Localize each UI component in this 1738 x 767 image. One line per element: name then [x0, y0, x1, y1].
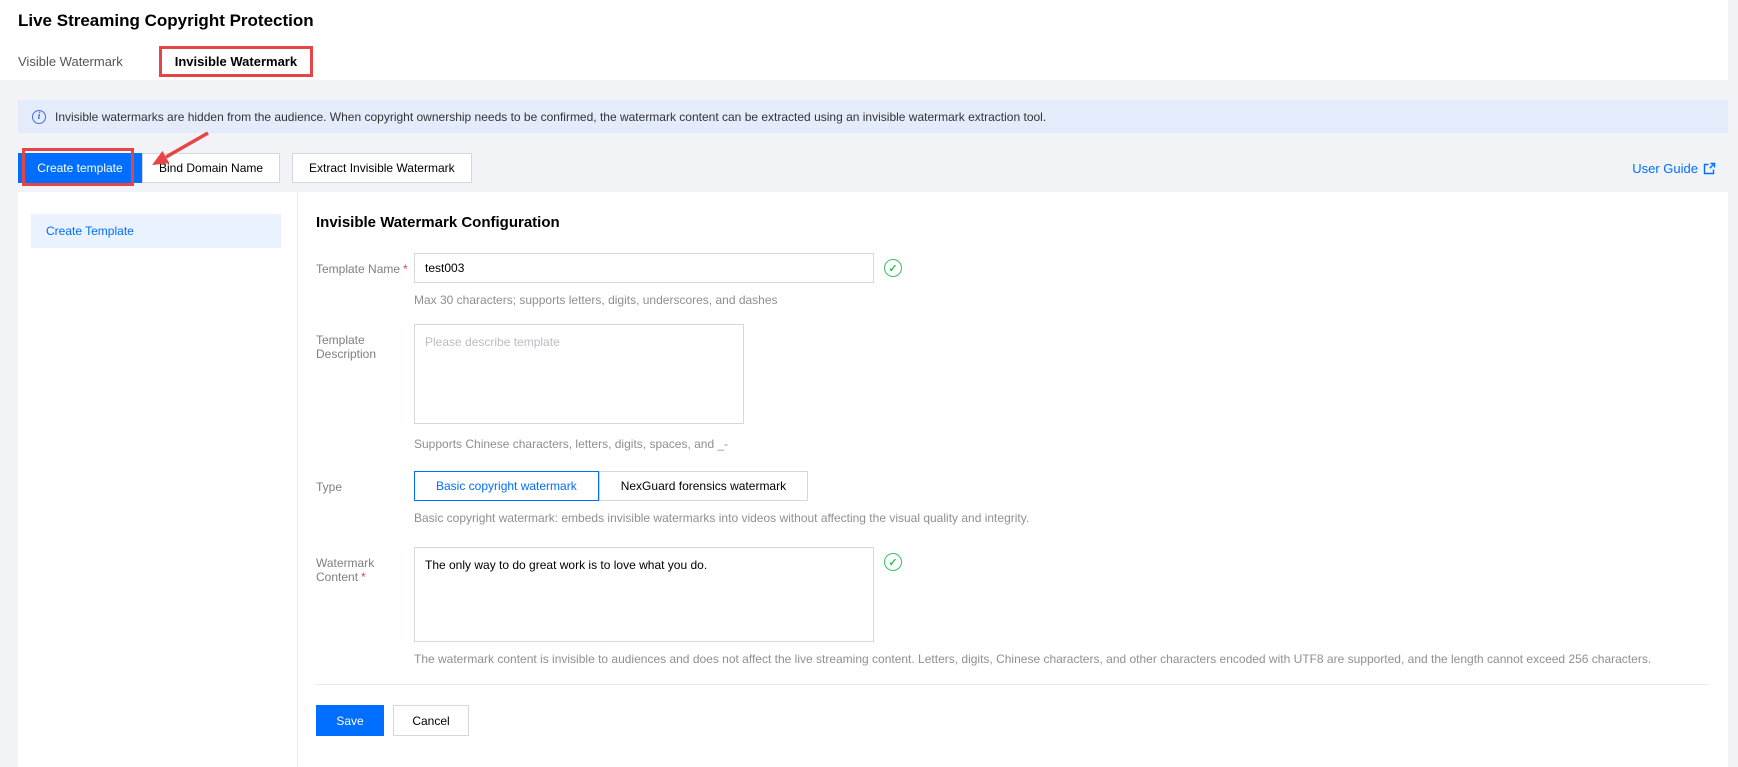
type-row: Type Basic copyright watermark NexGuard … [316, 471, 1708, 525]
info-icon: i [32, 110, 46, 124]
form-divider [316, 684, 1708, 685]
annotation-box-tab: Invisible Watermark [159, 46, 313, 77]
watermark-content-label: Watermark Content* [316, 547, 414, 666]
template-name-row: Template Name* ✓ Max 30 characters; supp… [316, 253, 1708, 307]
watermark-content-helper: The watermark content is invisible to au… [414, 652, 1651, 666]
type-helper: Basic copyright watermark: embeds invisi… [414, 511, 1029, 525]
required-mark: * [403, 262, 408, 276]
type-option-nexguard-forensics[interactable]: NexGuard forensics watermark [599, 471, 808, 501]
type-option-basic-copyright[interactable]: Basic copyright watermark [414, 471, 599, 501]
content-card: Create Template Invisible Watermark Conf… [18, 192, 1728, 767]
external-link-icon [1703, 162, 1716, 175]
tab-invisible-watermark[interactable]: Invisible Watermark [175, 54, 297, 69]
template-description-textarea[interactable] [414, 324, 744, 424]
sidebar: Create Template [18, 192, 298, 767]
template-name-input[interactable] [414, 253, 874, 283]
user-guide-label: User Guide [1632, 161, 1698, 176]
template-description-label: Template Description [316, 324, 414, 451]
extract-invisible-watermark-button[interactable]: Extract Invisible Watermark [292, 153, 472, 183]
create-template-button[interactable]: Create template [18, 153, 142, 183]
bind-domain-name-button[interactable]: Bind Domain Name [142, 153, 280, 183]
user-guide-link[interactable]: User Guide [1632, 161, 1716, 176]
template-description-helper: Supports Chinese characters, letters, di… [414, 437, 744, 451]
cancel-button[interactable]: Cancel [393, 705, 469, 736]
info-banner: i Invisible watermarks are hidden from t… [18, 100, 1728, 133]
form-actions: Save Cancel [316, 705, 1708, 736]
page: Live Streaming Copyright Protection Visi… [0, 0, 1738, 767]
required-mark: * [361, 570, 366, 584]
configuration-form: Invisible Watermark Configuration Templa… [298, 192, 1728, 767]
type-label: Type [316, 471, 414, 525]
watermark-content-row: Watermark Content* The only way to do gr… [316, 547, 1708, 666]
template-description-row: Template Description Supports Chinese ch… [316, 324, 1708, 451]
tab-bar: Visible Watermark Invisible Watermark [18, 46, 1728, 77]
template-name-label: Template Name* [316, 253, 414, 307]
form-heading: Invisible Watermark Configuration [316, 214, 1708, 231]
check-circle-icon: ✓ [884, 259, 902, 277]
type-segmented-control: Basic copyright watermark NexGuard foren… [414, 471, 1029, 501]
save-button[interactable]: Save [316, 705, 384, 736]
template-name-helper: Max 30 characters; supports letters, dig… [414, 293, 902, 307]
page-title: Live Streaming Copyright Protection [18, 11, 1728, 31]
toolbar: Create template Bind Domain Name Extract… [18, 153, 1728, 183]
watermark-content-textarea[interactable]: The only way to do great work is to love… [414, 547, 874, 642]
info-banner-text: Invisible watermarks are hidden from the… [55, 110, 1046, 124]
tab-visible-watermark[interactable]: Visible Watermark [18, 54, 123, 69]
page-header: Live Streaming Copyright Protection Visi… [0, 0, 1728, 80]
sidebar-item-create-template[interactable]: Create Template [31, 214, 281, 248]
check-circle-icon: ✓ [884, 553, 902, 571]
